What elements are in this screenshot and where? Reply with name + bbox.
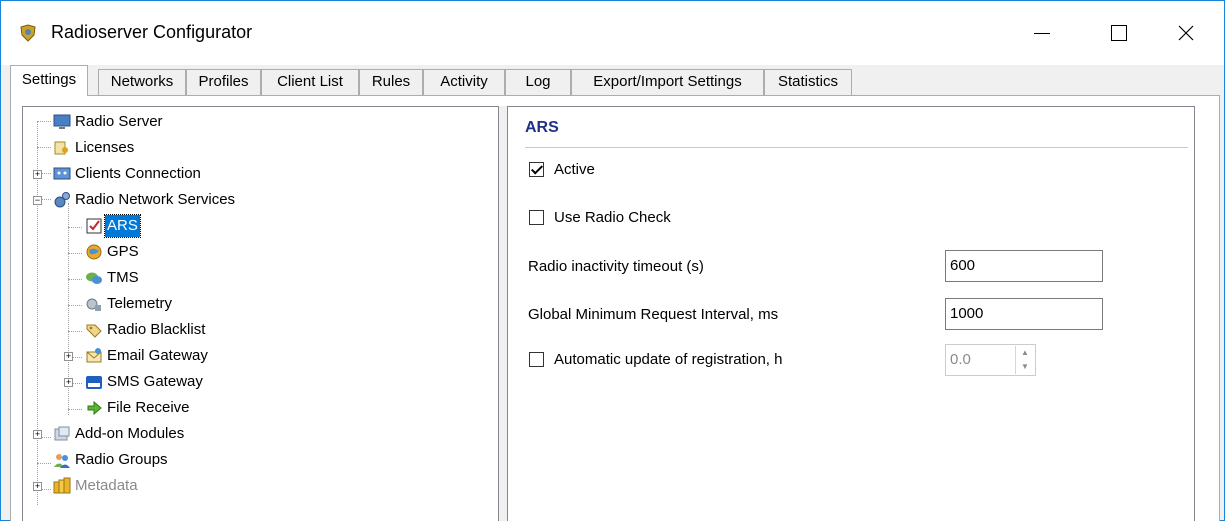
tab-export-import-settings[interactable]: Export/Import Settings xyxy=(571,69,764,95)
tab-profiles[interactable]: Profiles xyxy=(186,69,261,95)
tree-item-label: Metadata xyxy=(75,477,138,494)
section-title: ARS xyxy=(525,119,559,136)
window-title: Radioserver Configurator xyxy=(51,22,253,42)
tab-client-list[interactable]: Client List xyxy=(261,69,359,95)
expand-icon[interactable]: + xyxy=(33,170,42,179)
monitor-icon xyxy=(53,114,71,129)
active-checkbox[interactable] xyxy=(529,162,544,177)
tree-item-label: Radio Server xyxy=(75,113,163,130)
minimize-icon xyxy=(1034,32,1050,34)
tree-item-label: SMS Gateway xyxy=(107,373,203,390)
settings-tab-content: Radio Server Licenses + Clients Connecti… xyxy=(10,96,1220,521)
auto-update-label: Automatic update of registration, h xyxy=(554,351,783,368)
tree-item-label: TMS xyxy=(107,269,139,286)
tree-item-label: File Receive xyxy=(107,399,190,416)
settings-tree[interactable]: Radio Server Licenses + Clients Connecti… xyxy=(22,106,499,521)
tree-item-gps[interactable]: GPS xyxy=(23,241,493,263)
tab-log[interactable]: Log xyxy=(505,69,571,95)
tree-item-radio-network-services[interactable]: − Radio Network Services xyxy=(23,189,493,211)
tree-item-label: Radio Network Services xyxy=(75,191,236,208)
tree-item-ars[interactable]: ARS xyxy=(23,214,493,238)
maximize-icon xyxy=(1111,25,1127,41)
tree-item-clients-connection[interactable]: + Clients Connection xyxy=(23,163,493,185)
tag-icon xyxy=(86,324,102,338)
network-icon xyxy=(53,167,71,180)
tree-item-label: Radio Blacklist xyxy=(107,321,206,338)
tree-item-label: Add-on Modules xyxy=(75,425,185,442)
inactivity-timeout-input[interactable]: 600 xyxy=(945,250,1103,282)
spin-up-icon[interactable]: ▲ xyxy=(1016,346,1034,360)
expand-icon[interactable]: + xyxy=(33,430,42,439)
checklist-icon xyxy=(86,218,102,234)
spin-down-icon[interactable]: ▼ xyxy=(1016,360,1034,374)
minimize-button[interactable] xyxy=(1019,11,1065,55)
close-icon xyxy=(1178,25,1194,41)
tab-statistics[interactable]: Statistics xyxy=(764,69,852,95)
sms-icon xyxy=(86,376,102,389)
tree-item-label: Radio Groups xyxy=(75,451,168,468)
modules-icon xyxy=(54,426,70,441)
ars-settings-panel: ARS Active Use Radio Check Radio inactiv… xyxy=(507,106,1195,521)
auto-update-checkbox[interactable] xyxy=(529,352,544,367)
tree-item-label: Email Gateway xyxy=(107,347,208,364)
tree-item-licenses[interactable]: Licenses xyxy=(23,137,493,159)
tree-item-radio-blacklist[interactable]: Radio Blacklist xyxy=(23,319,493,341)
arrow-right-icon xyxy=(87,400,102,416)
active-label: Active xyxy=(554,161,595,178)
tree-item-sms-gateway[interactable]: + SMS Gateway xyxy=(23,371,493,393)
min-request-interval-input[interactable]: 1000 xyxy=(945,298,1103,330)
gears-icon xyxy=(54,192,70,208)
min-request-interval-label: Global Minimum Request Interval, ms xyxy=(528,306,779,323)
database-icon xyxy=(53,477,71,494)
maximize-button[interactable] xyxy=(1096,11,1142,55)
collapse-icon[interactable]: − xyxy=(33,196,42,205)
tab-rules[interactable]: Rules xyxy=(359,69,423,95)
expand-icon[interactable]: + xyxy=(33,482,42,491)
tree-item-metadata[interactable]: + Metadata xyxy=(23,475,493,497)
expand-icon[interactable]: + xyxy=(64,352,73,361)
tree-item-telemetry[interactable]: Telemetry xyxy=(23,293,493,315)
tree-item-label: GPS xyxy=(107,243,139,260)
close-button[interactable] xyxy=(1163,11,1209,55)
use-radio-check-label: Use Radio Check xyxy=(554,209,671,226)
spinner-buttons[interactable]: ▲ ▼ xyxy=(1015,346,1034,374)
users-icon xyxy=(54,454,70,468)
expand-icon[interactable]: + xyxy=(64,378,73,387)
app-logo-icon xyxy=(20,24,36,42)
tree-item-label: Clients Connection xyxy=(75,165,201,182)
tab-strip: Settings Networks Profiles Client List R… xyxy=(10,65,1220,97)
tree-item-addon-modules[interactable]: + Add-on Modules xyxy=(23,423,493,445)
envelope-icon xyxy=(86,348,102,363)
tab-networks[interactable]: Networks xyxy=(98,69,186,95)
auto-update-value: 0.0 xyxy=(950,351,971,368)
key-icon xyxy=(54,141,68,155)
section-divider xyxy=(525,147,1188,148)
tree-item-tms[interactable]: TMS xyxy=(23,267,493,289)
tree-item-label: ARS xyxy=(104,214,141,238)
tree-item-label: Licenses xyxy=(75,139,135,156)
tree-item-radio-groups[interactable]: Radio Groups xyxy=(23,449,493,471)
auto-update-spinner[interactable]: 0.0 ▲ ▼ xyxy=(945,344,1036,376)
tree-item-email-gateway[interactable]: + Email Gateway xyxy=(23,345,493,367)
pane-splitter[interactable] xyxy=(499,106,507,521)
tab-settings[interactable]: Settings xyxy=(10,65,88,97)
tree-item-radio-server[interactable]: Radio Server xyxy=(23,111,493,133)
tree-item-file-receive[interactable]: File Receive xyxy=(23,397,493,419)
tab-activity[interactable]: Activity xyxy=(423,69,505,95)
use-radio-check-checkbox[interactable] xyxy=(529,210,544,225)
inactivity-timeout-label: Radio inactivity timeout (s) xyxy=(528,258,704,275)
app-window: Radioserver Configurator Settings Networ… xyxy=(0,0,1225,521)
tree-item-label: Telemetry xyxy=(107,295,173,312)
title-bar[interactable]: Radioserver Configurator xyxy=(1,1,1224,65)
chat-icon xyxy=(86,272,102,284)
globe-icon xyxy=(86,244,102,260)
telemetry-icon xyxy=(86,298,101,311)
